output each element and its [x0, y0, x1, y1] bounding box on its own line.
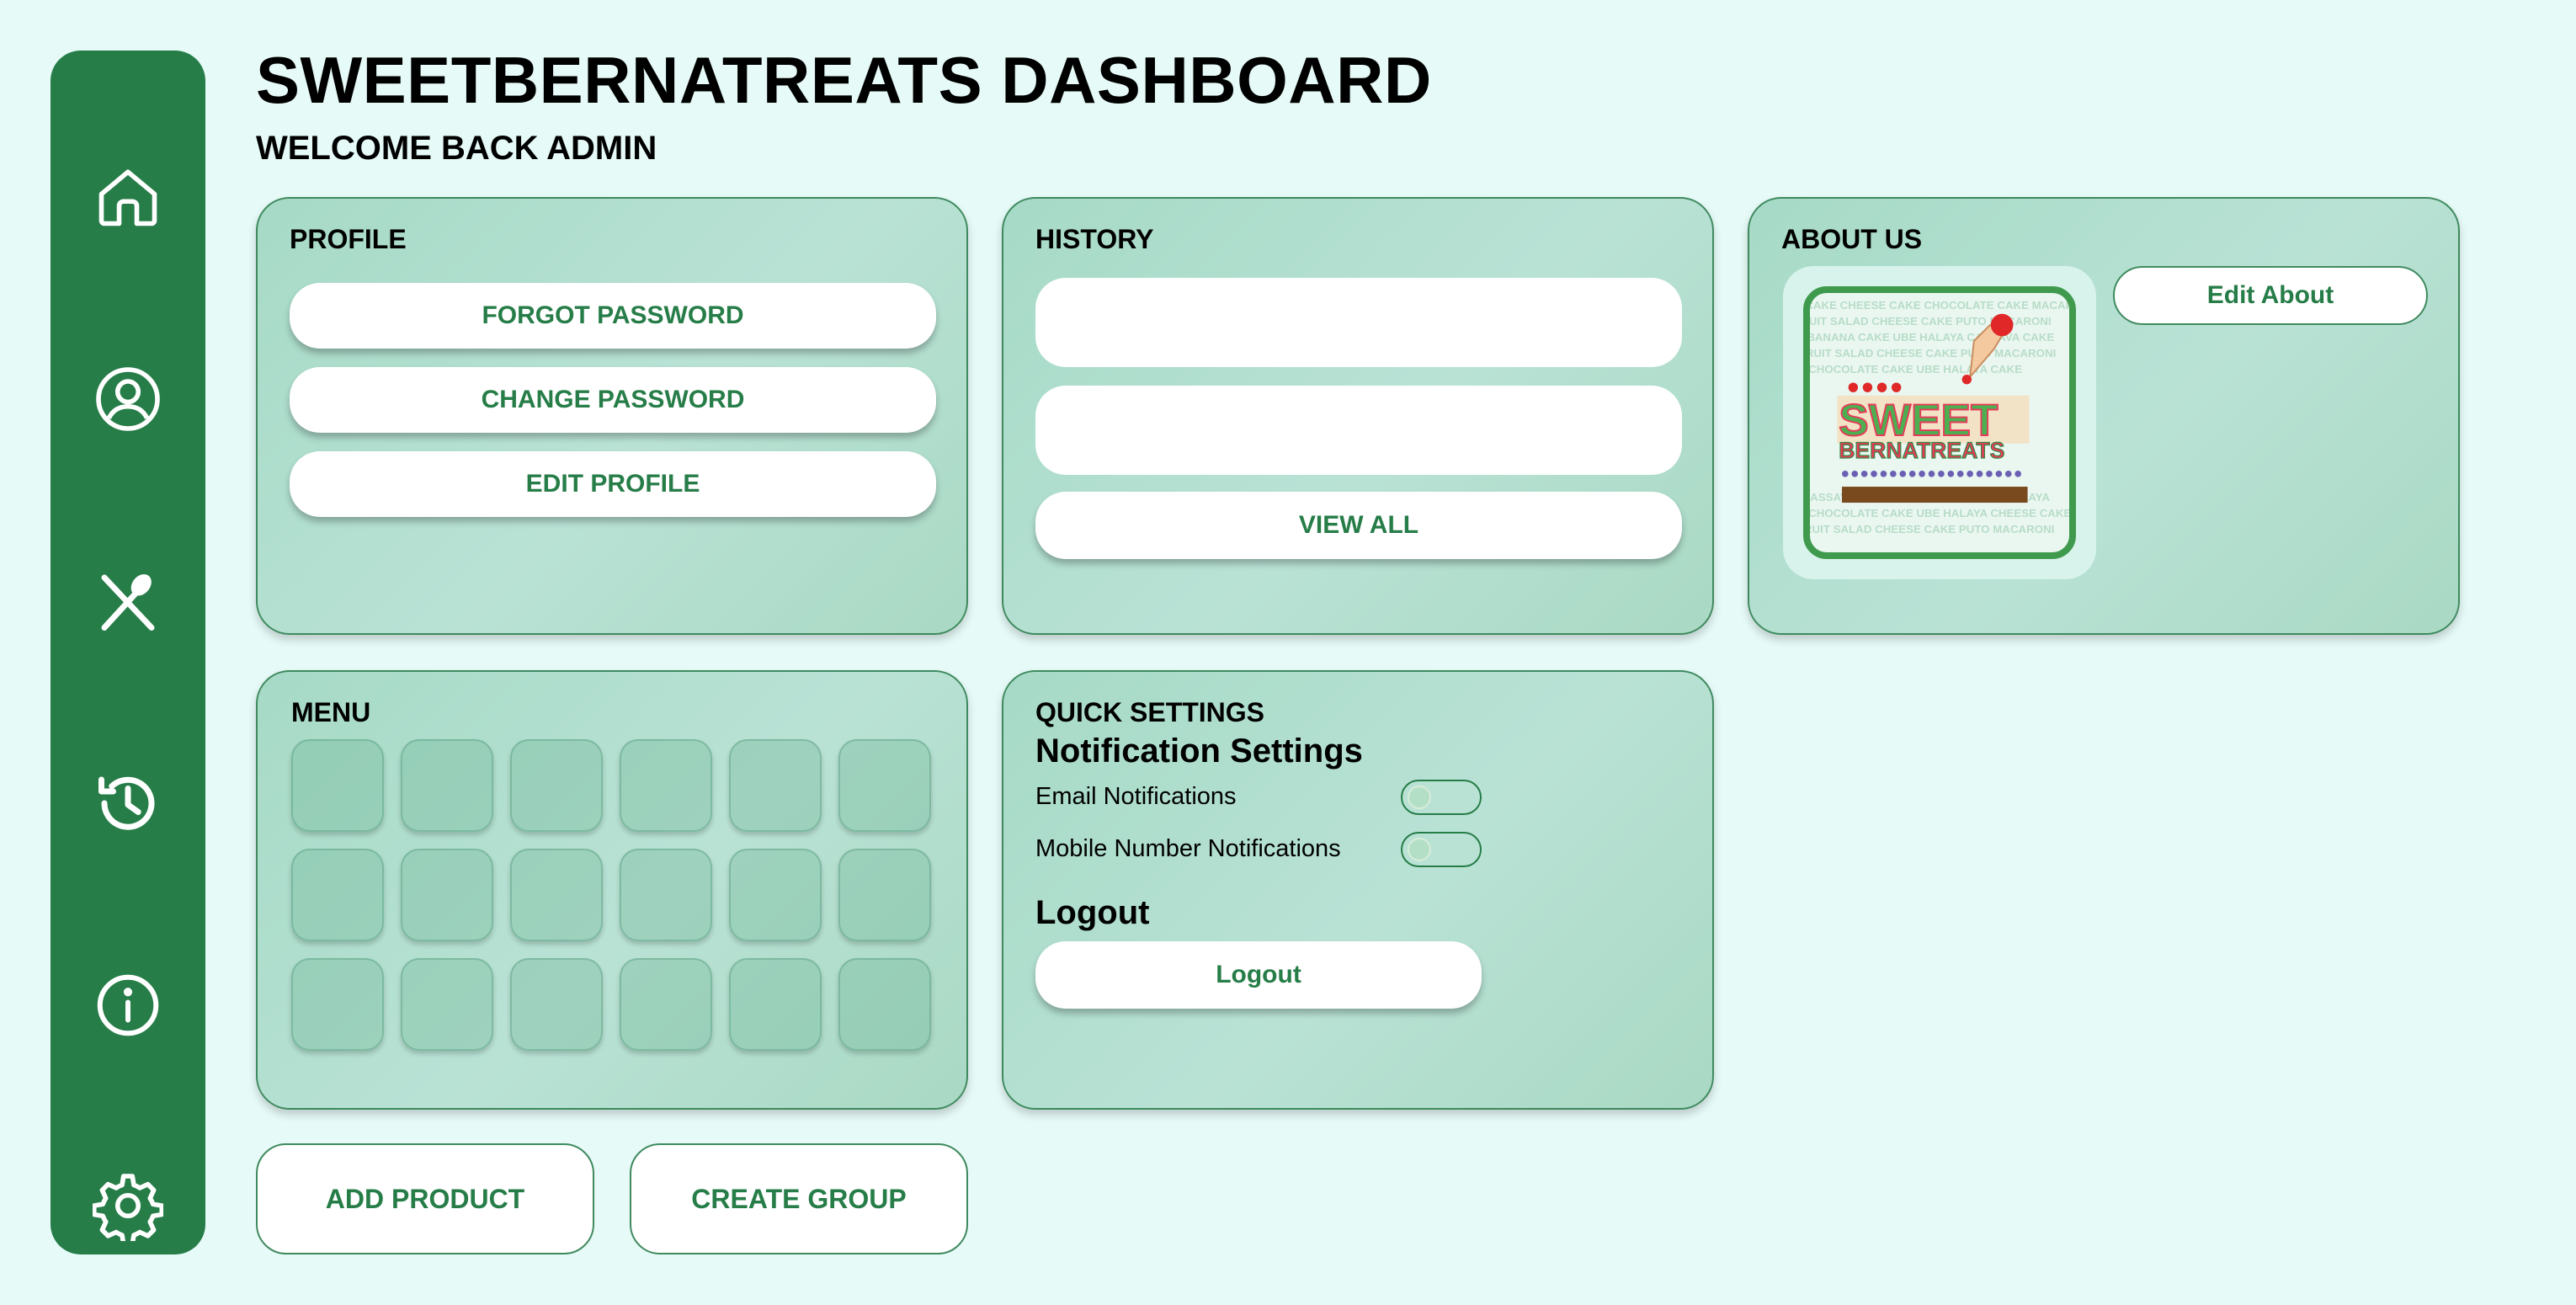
svg-text:FRUIT SALAD CHEESE CAKE PUTO M: FRUIT SALAD CHEESE CAKE PUTO MACARONI [1810, 347, 2056, 360]
sidebar [51, 51, 205, 1254]
svg-text:FRUIT SALAD CHEESE CAKE PUTO M: FRUIT SALAD CHEESE CAKE PUTO MACARONI [1810, 523, 2054, 535]
email-notifications-toggle[interactable] [1401, 780, 1482, 815]
logout-heading: Logout [1035, 894, 1150, 931]
add-product-button[interactable]: ADD PRODUCT [256, 1143, 594, 1254]
create-group-button[interactable]: CREATE GROUP [630, 1143, 968, 1254]
about-title: ABOUT US [1781, 224, 1923, 254]
home-icon[interactable] [89, 158, 167, 236]
menu-tile[interactable] [729, 739, 822, 832]
page-title: SWEETBERNATREATS DASHBOARD [256, 43, 1432, 117]
menu-card: MENU [256, 670, 968, 1110]
menu-tile[interactable] [401, 849, 493, 941]
menu-tile[interactable] [729, 958, 822, 1051]
forgot-password-button[interactable]: FORGOT PASSWORD [290, 283, 936, 349]
history-icon[interactable] [89, 764, 167, 842]
svg-text:FRUIT SALAD CHEESE CAKE PUTO M: FRUIT SALAD CHEESE CAKE PUTO MACARONI [1810, 315, 2052, 328]
change-password-button[interactable]: CHANGE PASSWORD [290, 367, 936, 433]
edit-profile-button[interactable]: EDIT PROFILE [290, 451, 936, 517]
menu-tile[interactable] [620, 958, 712, 1051]
history-entry[interactable] [1035, 386, 1682, 475]
menu-tile[interactable] [620, 739, 712, 832]
menu-tile[interactable] [401, 958, 493, 1051]
history-card: HISTORY VIEW ALL [1002, 197, 1714, 635]
history-title: HISTORY [1035, 224, 1154, 254]
gear-icon[interactable] [89, 1167, 167, 1244]
menu-tile[interactable] [838, 849, 931, 941]
logo-text-bottom: BERNATREATS [1839, 438, 2004, 463]
toggle-knob [1408, 786, 1431, 809]
mobile-notifications-label: Mobile Number Notifications [1035, 835, 1341, 862]
menu-title: MENU [291, 697, 371, 727]
svg-text:BANANA CAKE UBE HALAYA CASSAVA: BANANA CAKE UBE HALAYA CASSAVA CAKE [1810, 331, 2054, 344]
about-card: ABOUT US CAKE CHEESE CAKE CHOCOLATE CAKE… [1748, 197, 2460, 635]
svg-text:CAKE CHEESE CAKE CHOCOLATE CAK: CAKE CHEESE CAKE CHOCOLATE CAKE MACARONI [1810, 299, 2069, 312]
profile-title: PROFILE [290, 224, 407, 254]
menu-tile[interactable] [401, 739, 493, 832]
menu-tile[interactable] [510, 739, 603, 832]
menu-tile[interactable] [729, 849, 822, 941]
user-icon[interactable] [89, 360, 167, 438]
mobile-notifications-toggle[interactable] [1401, 832, 1482, 867]
quick-settings-title: QUICK SETTINGS [1035, 697, 1265, 727]
menu-tile[interactable] [510, 958, 603, 1051]
menu-grid [291, 739, 931, 1051]
notification-settings-heading: Notification Settings [1035, 732, 1363, 770]
svg-text:CHOCOLATE CAKE UBE HALAYA CHEE: CHOCOLATE CAKE UBE HALAYA CHEESE CAKE [1810, 507, 2069, 519]
menu-tile[interactable] [510, 849, 603, 941]
info-icon[interactable] [89, 967, 167, 1044]
profile-card: PROFILE FORGOT PASSWORD CHANGE PASSWORD … [256, 197, 968, 635]
quick-settings-card: QUICK SETTINGS Notification Settings Ema… [1002, 670, 1714, 1110]
menu-tile[interactable] [838, 958, 931, 1051]
utensils-icon[interactable] [89, 562, 167, 640]
menu-tile[interactable] [291, 958, 384, 1051]
brand-logo: CAKE CHEESE CAKE CHOCOLATE CAKE MACARONI… [1783, 266, 2096, 579]
email-notifications-label: Email Notifications [1035, 783, 1237, 810]
logout-button[interactable]: Logout [1035, 941, 1482, 1009]
history-entry[interactable] [1035, 278, 1682, 367]
page-subtitle: WELCOME BACK ADMIN [256, 130, 657, 167]
view-all-button[interactable]: VIEW ALL [1035, 492, 1682, 559]
toggle-knob [1408, 838, 1431, 861]
menu-tile[interactable] [291, 849, 384, 941]
edit-about-button[interactable]: Edit About [2113, 266, 2428, 325]
menu-tile[interactable] [620, 849, 712, 941]
svg-text:CHOCOLATE CAKE UBE HALAYA CAKE: CHOCOLATE CAKE UBE HALAYA CAKE [1810, 363, 2022, 376]
menu-tile[interactable] [291, 739, 384, 832]
menu-tile[interactable] [838, 739, 931, 832]
